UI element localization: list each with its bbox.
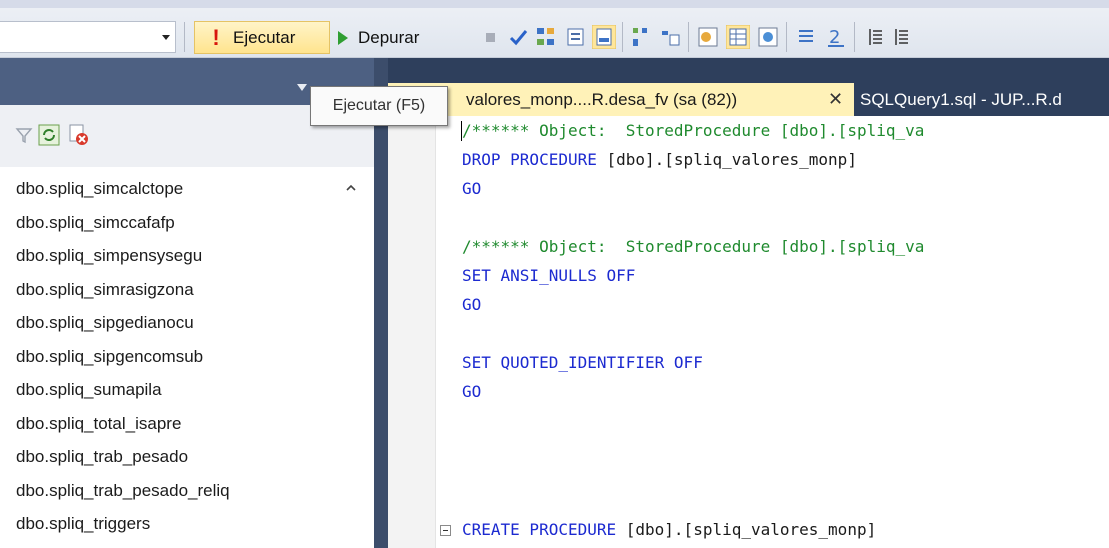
- filter-icon[interactable]: [14, 125, 34, 145]
- display-plan-icon[interactable]: [534, 25, 558, 49]
- list-item[interactable]: dbo.spliq_sumapila: [16, 380, 162, 400]
- parse-check-icon[interactable]: [506, 25, 530, 49]
- editor-gutter: [388, 116, 451, 548]
- procedure-list[interactable]: dbo.spliq_simcalctope dbo.spliq_simccafa…: [0, 167, 374, 548]
- list-item[interactable]: dbo.spliq_simrasigzona: [16, 280, 194, 300]
- toolbar-separator: [688, 22, 689, 52]
- decrease-indent-icon[interactable]: [862, 25, 886, 49]
- chevron-down-icon[interactable]: [161, 32, 171, 42]
- execute-button[interactable]: ! Ejecutar: [194, 21, 330, 54]
- include-plan-icon[interactable]: [630, 25, 654, 49]
- scroll-up-icon[interactable]: [344, 181, 358, 195]
- list-item[interactable]: dbo.spliq_sipgencomsub: [16, 347, 203, 367]
- panel-splitter[interactable]: [374, 58, 388, 548]
- toolbar-separator: [184, 22, 185, 52]
- dropdown-icon[interactable]: [297, 84, 307, 91]
- toolbar-separator: [786, 22, 787, 52]
- refresh-icon[interactable]: [38, 124, 60, 146]
- code-line: GO: [462, 179, 482, 198]
- collapse-icon[interactable]: [440, 525, 451, 536]
- stop-icon[interactable]: [478, 25, 502, 49]
- results-to-grid-icon[interactable]: [592, 25, 616, 49]
- play-icon: [338, 30, 348, 45]
- comment-icon[interactable]: [794, 25, 818, 49]
- code-editor[interactable]: /****** Object: StoredProcedure [dbo].[s…: [388, 116, 1109, 548]
- list-item[interactable]: dbo.spliq_sipgedianocu: [16, 313, 194, 333]
- tab-valores-monp[interactable]: valores_monp....R.desa_fv (sa (82)) ✕: [388, 83, 854, 116]
- list-item[interactable]: dbo.spliq_total_isapre: [16, 414, 181, 434]
- execute-label: Ejecutar: [233, 27, 296, 47]
- code-line: CREATE PROCEDURE [dbo].[spliq_valores_mo…: [462, 520, 876, 539]
- list-item[interactable]: dbo.spliq_simpensysegu: [16, 246, 202, 266]
- increase-indent-icon[interactable]: [888, 25, 912, 49]
- toolbar-separator: [854, 22, 855, 52]
- code-text: [dbo].[spliq_valores_monp]: [616, 520, 877, 539]
- code-text: [dbo].[spliq_valores_monp]: [596, 150, 857, 169]
- svg-text:2: 2: [829, 27, 840, 48]
- tab-label: valores_monp....R.desa_fv (sa (82)): [466, 89, 738, 109]
- code-line: SET QUOTED_IDENTIFIER OFF: [462, 353, 703, 372]
- database-selector[interactable]: [0, 21, 176, 53]
- code-line: /****** Object: StoredProcedure [dbo].[s…: [462, 237, 925, 256]
- stop-filter-icon[interactable]: [66, 123, 90, 147]
- results-grid-icon[interactable]: [726, 25, 750, 49]
- query-options-icon[interactable]: [564, 25, 588, 49]
- main-toolbar: ! Ejecutar Depurar 2: [0, 0, 1109, 58]
- code-keyword: DROP PROCEDURE: [462, 150, 597, 169]
- list-item[interactable]: dbo.spliq_simccafafp: [16, 213, 175, 233]
- list-item[interactable]: dbo.spliq_simcalctope: [16, 179, 183, 199]
- query-editor: valores_monp....R.desa_fv (sa (82)) ✕ SQ…: [388, 58, 1109, 548]
- toolbar-top-strip: [0, 0, 1109, 8]
- code-line: GO: [462, 295, 482, 314]
- debug-button[interactable]: Depurar: [338, 21, 419, 54]
- debug-label: Depurar: [358, 27, 420, 47]
- list-item[interactable]: dbo.spliq_triggers: [16, 514, 150, 534]
- uncomment-icon[interactable]: 2: [824, 25, 848, 49]
- tab-label: SQLQuery1.sql - JUP...R.d: [860, 89, 1062, 109]
- client-statistics-icon[interactable]: [658, 25, 682, 49]
- code-line: SET ANSI_NULLS OFF: [462, 266, 636, 285]
- exclamation-icon: !: [212, 24, 220, 50]
- tab-sqlquery1[interactable]: SQLQuery1.sql - JUP...R.d: [854, 83, 1109, 116]
- results-text-icon[interactable]: [696, 25, 720, 49]
- document-tabs: valores_monp....R.desa_fv (sa (82)) ✕ SQ…: [388, 58, 1109, 116]
- code-line: /****** Object: StoredProcedure [dbo].[s…: [462, 121, 925, 140]
- object-explorer: dbo.spliq_simcalctope dbo.spliq_simccafa…: [0, 58, 374, 548]
- close-icon[interactable]: ✕: [828, 89, 843, 110]
- code-keyword: CREATE PROCEDURE: [462, 520, 617, 539]
- list-item[interactable]: dbo.spliq_trab_pesado_reliq: [16, 481, 230, 501]
- toolbar-separator: [622, 22, 623, 52]
- list-item[interactable]: dbo.spliq_trab_pesado: [16, 447, 188, 467]
- execute-tooltip: Ejecutar (F5): [310, 86, 448, 126]
- results-file-icon[interactable]: [756, 25, 780, 49]
- code-line: GO: [462, 382, 482, 401]
- code-line: DROP PROCEDURE [dbo].[spliq_valores_monp…: [462, 150, 857, 169]
